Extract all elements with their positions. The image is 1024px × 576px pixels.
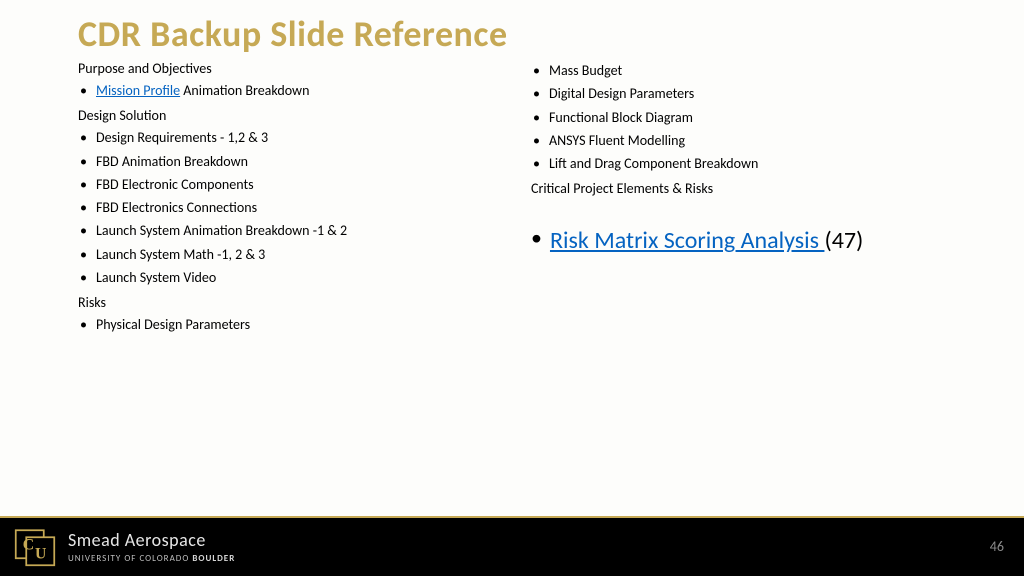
list-item: Mission Profile Animation Breakdown <box>78 81 511 101</box>
list-risks-late: Physical Design Parameters <box>78 315 511 335</box>
content-area: Purpose and Objectives Mission Profile A… <box>78 58 984 496</box>
svg-text:U: U <box>35 545 46 562</box>
list-item: Launch System Video <box>78 268 511 288</box>
section-heading-design: Design Solution <box>78 107 511 124</box>
list-item-text: Launch System Animation Breakdown -1 & 2 <box>96 222 347 239</box>
list-item: FBD Animation Breakdown <box>78 152 511 172</box>
brand-top: Smead Aerospace <box>68 529 235 551</box>
list-item-text: Animation Breakdown <box>180 82 309 99</box>
list-item-text: Lift and Drag Component Breakdown <box>549 155 758 172</box>
section-heading-risks: Risks <box>78 294 511 311</box>
svg-text:C: C <box>23 537 34 554</box>
list-item-text: Digital Design Parameters <box>549 85 694 102</box>
list-design: Design Requirements - 1,2 & 3 FBD Animat… <box>78 128 511 288</box>
list-item: FBD Electronics Connections <box>78 198 511 218</box>
list-item-text: Mass Budget <box>549 62 622 79</box>
list-item: Functional Block Diagram <box>531 108 964 128</box>
list-item: ANSYS Fluent Modelling <box>531 131 964 151</box>
bullet-icon: • <box>531 225 542 251</box>
mission-profile-link[interactable]: Mission Profile <box>96 82 180 99</box>
list-item-text: FBD Animation Breakdown <box>96 153 248 170</box>
list-item-text: FBD Electronic Components <box>96 176 254 193</box>
list-item: Launch System Math -1, 2 & 3 <box>78 245 511 265</box>
list-item-text: Physical Design Parameters <box>96 316 250 333</box>
list-item-text: Launch System Video <box>96 269 216 286</box>
list-item: FBD Electronic Components <box>78 175 511 195</box>
list-item-text: FBD Electronics Connections <box>96 199 257 216</box>
list-item-text: ANSYS Fluent Modelling <box>549 132 685 149</box>
section-heading-purpose: Purpose and Objectives <box>78 60 511 77</box>
list-item: Launch System Animation Breakdown -1 & 2 <box>78 221 511 241</box>
risk-matrix-link[interactable]: Risk Matrix Scoring Analysis <box>550 226 824 255</box>
brand-bottom-bold: BOULDER <box>192 553 235 564</box>
list-item-text: Functional Block Diagram <box>549 109 693 126</box>
footer-stripe <box>0 516 1024 518</box>
column-left: Purpose and Objectives Mission Profile A… <box>78 58 531 496</box>
list-item: Digital Design Parameters <box>531 84 964 104</box>
list-right-top: Mass Budget Digital Design Parameters Fu… <box>531 61 964 174</box>
brand-bottom: UNIVERSITY OF COLORADO BOULDER <box>68 553 235 564</box>
big-link-container: Risk Matrix Scoring Analysis (47) <box>550 225 863 256</box>
list-item: Mass Budget <box>531 61 964 81</box>
page-number: 46 <box>990 538 1004 555</box>
big-link-suffix: (47) <box>824 226 863 255</box>
list-item-text: Design Requirements - 1,2 & 3 <box>96 129 268 146</box>
list-item-text: Launch System Math -1, 2 & 3 <box>96 246 265 263</box>
list-item: Physical Design Parameters <box>78 315 511 335</box>
brand-text: Smead Aerospace UNIVERSITY OF COLORADO B… <box>68 529 235 564</box>
column-right: Mass Budget Digital Design Parameters Fu… <box>531 58 984 496</box>
slide-title: CDR Backup Slide Reference <box>78 12 508 56</box>
footer-bar: C U Smead Aerospace UNIVERSITY OF COLORA… <box>0 516 1024 576</box>
list-item: Design Requirements - 1,2 & 3 <box>78 128 511 148</box>
list-item: Lift and Drag Component Breakdown <box>531 154 964 174</box>
brand-bottom-pre: UNIVERSITY OF COLORADO <box>68 553 192 564</box>
slide: CDR Backup Slide Reference Purpose and O… <box>0 0 1024 576</box>
list-purpose: Mission Profile Animation Breakdown <box>78 81 511 101</box>
big-link-row: • Risk Matrix Scoring Analysis (47) <box>531 225 964 256</box>
section-heading-cpe: Critical Project Elements & Risks <box>531 180 964 197</box>
cu-logo-icon: C U <box>14 525 56 567</box>
